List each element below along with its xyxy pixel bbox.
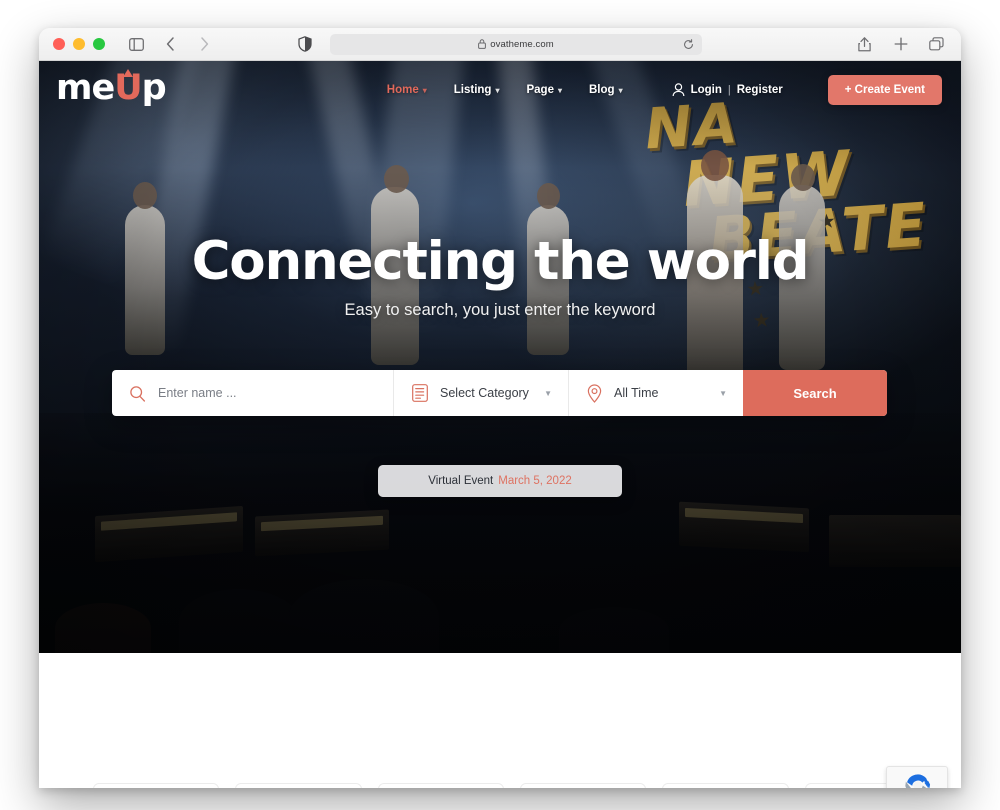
lock-icon bbox=[478, 39, 487, 49]
search-name-placeholder: Enter name ... bbox=[158, 386, 237, 400]
category-cards bbox=[93, 783, 931, 788]
category-card-booth[interactable] bbox=[662, 783, 789, 788]
account-links: Login | Register bbox=[672, 83, 783, 97]
nav-item-page[interactable]: Page ▾ bbox=[526, 84, 562, 96]
search-name-field[interactable]: Enter name ... bbox=[112, 370, 393, 416]
address-bar[interactable]: ovatheme.com bbox=[330, 33, 702, 55]
search-category-select[interactable]: Select Category ▼ bbox=[393, 370, 568, 416]
reload-icon[interactable] bbox=[683, 38, 694, 50]
nav-label-home: Home bbox=[386, 84, 419, 96]
search-button[interactable]: Search bbox=[743, 370, 887, 416]
virtual-event-date: March 5, 2022 bbox=[498, 475, 572, 487]
share-icon[interactable] bbox=[856, 36, 873, 53]
url-text-group: ovatheme.com bbox=[478, 39, 554, 50]
search-time-select[interactable]: All Time ▼ bbox=[568, 370, 743, 416]
nav-item-listing[interactable]: Listing ▾ bbox=[454, 84, 500, 96]
privacy-shield-icon[interactable] bbox=[298, 36, 312, 52]
chevron-down-icon: ▼ bbox=[544, 388, 552, 398]
page-viewport: NA NEW BEATE ★★★ bbox=[39, 61, 961, 788]
chevron-down-icon: ▾ bbox=[618, 85, 623, 95]
tab-overview-icon[interactable] bbox=[928, 36, 945, 53]
logo-part-2: p bbox=[141, 67, 167, 108]
category-card-tickets[interactable] bbox=[93, 783, 220, 788]
chevron-down-icon: ▾ bbox=[422, 85, 427, 95]
site-header: me Up Home ▾ Listing ▾ Page ▾ Blog ▾ Log… bbox=[39, 61, 961, 119]
logo-part-1: me bbox=[56, 67, 115, 108]
create-event-button[interactable]: + Create Event bbox=[827, 75, 942, 105]
chevron-down-icon: ▼ bbox=[719, 388, 727, 398]
hero-subtitle: Easy to search, you just enter the keywo… bbox=[344, 301, 656, 319]
search-icon bbox=[129, 385, 146, 402]
register-link[interactable]: Register bbox=[737, 84, 783, 96]
site-logo[interactable]: me Up bbox=[56, 67, 167, 108]
url-text: ovatheme.com bbox=[490, 38, 554, 50]
address-bar-area: ovatheme.com bbox=[39, 33, 961, 55]
logo-accent-letter: U bbox=[114, 67, 143, 108]
login-link[interactable]: Login bbox=[691, 84, 722, 96]
browser-toolbar: ovatheme.com bbox=[39, 28, 961, 61]
user-icon bbox=[672, 83, 685, 97]
account-separator: | bbox=[727, 84, 731, 96]
categories-section: Privacy - Terms bbox=[39, 653, 961, 788]
nav-item-blog[interactable]: Blog ▾ bbox=[589, 84, 623, 96]
nav-label-listing: Listing bbox=[453, 84, 492, 96]
chevron-down-icon: ▾ bbox=[495, 85, 500, 95]
recaptcha-badge[interactable]: Privacy - Terms bbox=[886, 766, 948, 788]
category-card-tent[interactable] bbox=[519, 783, 647, 788]
up-arrow-icon bbox=[122, 68, 133, 77]
virtual-event-label: Virtual Event bbox=[428, 475, 494, 487]
virtual-event-badge[interactable]: Virtual Event March 5, 2022 bbox=[378, 465, 622, 497]
location-pin-icon bbox=[587, 383, 602, 403]
nav-label-page: Page bbox=[526, 84, 554, 96]
main-navigation: Home ▾ Listing ▾ Page ▾ Blog ▾ Login | R… bbox=[387, 75, 961, 105]
browser-window: ovatheme.com me U p Home ▾ Listing ▾ Pag… bbox=[39, 28, 961, 788]
search-category-value: Select Category bbox=[440, 386, 529, 400]
chevron-down-icon: ▾ bbox=[557, 85, 562, 95]
recaptcha-icon bbox=[903, 771, 932, 788]
toolbar-right-icons bbox=[856, 36, 945, 53]
search-bar: Enter name ... Select Category ▼ All Tim… bbox=[112, 370, 887, 416]
hero-section: NA NEW BEATE ★★★ bbox=[39, 61, 961, 653]
plus-icon[interactable] bbox=[892, 36, 909, 53]
nav-item-home[interactable]: Home ▾ bbox=[387, 84, 427, 96]
nav-label-blog: Blog bbox=[589, 84, 615, 96]
hero-content: Connecting the world Easy to search, you… bbox=[39, 61, 961, 653]
list-icon bbox=[412, 384, 428, 402]
category-card-fireworks[interactable] bbox=[377, 783, 504, 788]
category-card-stage[interactable] bbox=[235, 783, 362, 788]
search-time-value: All Time bbox=[614, 386, 659, 400]
hero-title: Connecting the world bbox=[191, 231, 810, 292]
